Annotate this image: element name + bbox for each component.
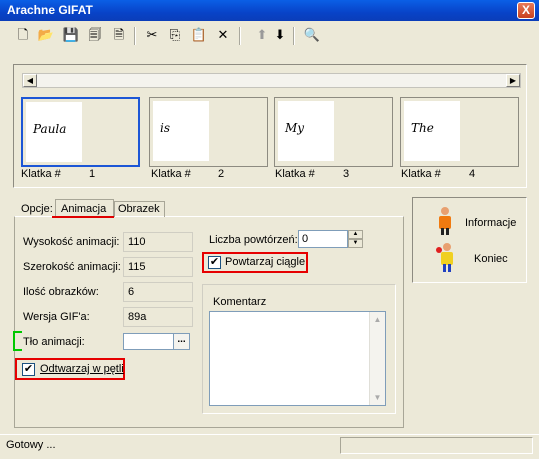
repeat-count-label: Liczba powtórzeń:: [209, 234, 298, 246]
info-icon[interactable]: [434, 206, 456, 236]
frame-thumbnail-4[interactable]: The: [400, 97, 519, 167]
loop-checkbox[interactable]: ✔: [22, 363, 35, 376]
count-label: Ilość obrazków:: [23, 286, 99, 298]
comment-scrollbar[interactable]: ▲ ▼: [369, 312, 385, 405]
frame-image: My: [278, 101, 334, 161]
frame-label: Klatka #: [151, 168, 191, 180]
background-picker-button[interactable]: ...: [173, 333, 190, 350]
title-bar: Arachne GIFAT X: [0, 0, 539, 21]
toolbar-separator: [239, 27, 241, 45]
copy-icon[interactable]: ⎘: [166, 27, 184, 45]
gif-version-value: 89a: [128, 311, 147, 323]
tab-highlight: [52, 216, 114, 218]
scroll-left-icon[interactable]: ◀: [23, 74, 37, 87]
exit-icon[interactable]: [436, 242, 458, 274]
frame-image: The: [404, 101, 460, 161]
exit-label[interactable]: Koniec: [474, 253, 508, 265]
new-icon[interactable]: 🗋: [14, 27, 32, 45]
window-title: Arachne GIFAT: [7, 3, 93, 17]
repeat-count-value: 0: [302, 233, 309, 245]
loop-label[interactable]: Odtwarzaj w pętli: [40, 363, 124, 375]
frame-image: Paula: [26, 102, 82, 162]
paste-icon[interactable]: 📋: [190, 27, 208, 45]
frame-number: 4: [469, 168, 476, 180]
frame-image: is: [153, 101, 209, 161]
height-value: 110: [128, 236, 146, 248]
close-button[interactable]: X: [517, 2, 535, 19]
scroll-right-icon[interactable]: ▶: [506, 74, 520, 87]
actions-panel: [412, 197, 527, 283]
save-icon[interactable]: 💾: [62, 27, 80, 45]
spin-up-icon[interactable]: ▲: [348, 230, 363, 239]
height-label: Wysokość animacji:: [23, 236, 120, 248]
background-highlight: [13, 331, 22, 351]
save-all-icon[interactable]: 🗐: [86, 27, 104, 45]
background-color-field[interactable]: [123, 333, 175, 350]
frames-scrollbar[interactable]: ◀ ▶: [22, 73, 521, 88]
status-text: Gotowy ...: [6, 439, 56, 451]
frame-number: 1: [89, 168, 96, 180]
preview-icon[interactable]: 🔍: [303, 27, 321, 45]
frame-label: Klatka #: [21, 168, 61, 180]
continuous-label[interactable]: Powtarzaj ciągle: [225, 256, 305, 268]
frame-label: Klatka #: [401, 168, 441, 180]
comment-label: Komentarz: [213, 296, 267, 308]
tabs-prefix-label: Opcje:: [21, 203, 53, 215]
info-label[interactable]: Informacje: [465, 217, 516, 229]
move-up-icon[interactable]: ⬆: [253, 27, 271, 45]
delete-icon[interactable]: ✕: [214, 27, 232, 45]
move-down-icon[interactable]: ⬇: [271, 27, 289, 45]
toolbar-separator: [134, 27, 136, 45]
background-label: Tło animacji:: [23, 336, 85, 348]
scroll-up-icon[interactable]: ▲: [370, 312, 385, 327]
cut-icon[interactable]: ✂: [143, 27, 161, 45]
gif-version-label: Wersja GIF'a:: [23, 311, 90, 323]
status-panel: [340, 437, 533, 454]
count-value: 6: [128, 286, 135, 298]
scroll-down-icon[interactable]: ▼: [370, 390, 385, 405]
tab-animacja-label[interactable]: Animacja: [61, 203, 106, 215]
frame-image-text: Paula: [33, 122, 67, 136]
frame-number: 2: [218, 168, 225, 180]
toolbar-separator: [293, 27, 295, 45]
add-frame-icon[interactable]: 🗎: [110, 27, 128, 45]
frame-thumbnail-1[interactable]: Paula: [21, 97, 140, 167]
tab-obrazek-label[interactable]: Obrazek: [118, 203, 160, 215]
open-icon[interactable]: 📂: [37, 27, 55, 45]
frame-thumbnail-3[interactable]: My: [274, 97, 393, 167]
width-label: Szerokość animacji:: [23, 261, 121, 273]
frame-label: Klatka #: [275, 168, 315, 180]
frame-image-text: is: [160, 121, 170, 135]
spin-down-icon[interactable]: ▼: [348, 239, 363, 248]
comment-textarea[interactable]: [209, 311, 386, 406]
frame-image-text: The: [411, 121, 434, 135]
continuous-checkbox[interactable]: ✔: [208, 256, 221, 269]
frame-number: 3: [343, 168, 350, 180]
frame-thumbnail-2[interactable]: is: [149, 97, 268, 167]
width-value: 115: [128, 261, 146, 273]
frame-image-text: My: [285, 121, 305, 135]
